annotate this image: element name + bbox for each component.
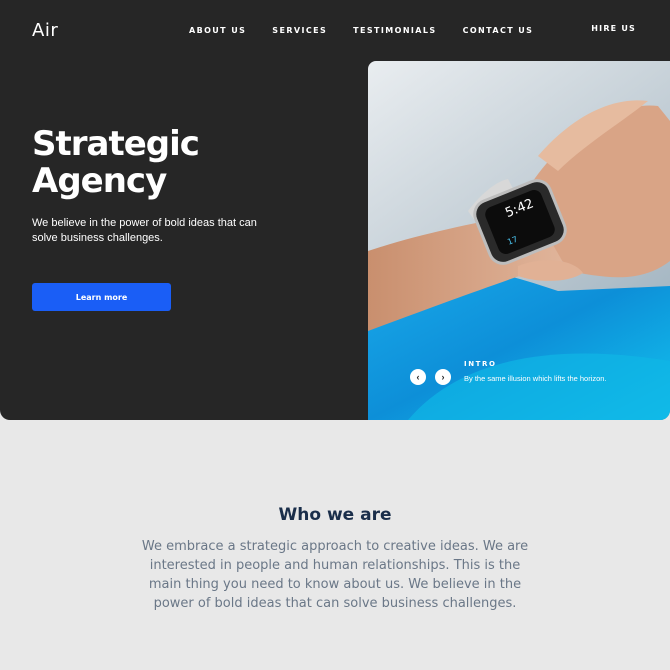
main-nav: ABOUT US SERVICES TESTIMONIALS CONTACT U… — [189, 26, 533, 35]
about-title: Who we are — [0, 505, 670, 525]
slider-next-button[interactable]: › — [435, 369, 451, 385]
watch-photo-illustration: 5:42 17 — [368, 61, 670, 420]
nav-services[interactable]: SERVICES — [272, 26, 327, 35]
hire-us-link[interactable]: HIRE US — [591, 24, 636, 33]
logo[interactable]: Air — [32, 20, 58, 41]
nav-contact-us[interactable]: CONTACT US — [463, 26, 534, 35]
slide-caption: By the same illusion which lifts the hor… — [464, 374, 607, 383]
chevron-left-icon: ‹ — [416, 372, 420, 382]
hero-title: Strategic Agency — [32, 124, 200, 201]
slider-prev-button[interactable]: ‹ — [410, 369, 426, 385]
chevron-right-icon: › — [441, 372, 445, 382]
about-title-text: Who we are — [278, 505, 392, 525]
hero-image-watch: 5:42 17 — [368, 61, 670, 420]
nav-about-us[interactable]: ABOUT US — [189, 26, 246, 35]
slide-label: INTRO — [464, 360, 497, 368]
learn-more-button[interactable]: Learn more — [32, 283, 171, 311]
about-description: We embrace a strategic approach to creat… — [141, 539, 529, 611]
nav-testimonials[interactable]: TESTIMONIALS — [353, 26, 436, 35]
hero-description: We believe in the power of bold ideas th… — [32, 217, 257, 244]
